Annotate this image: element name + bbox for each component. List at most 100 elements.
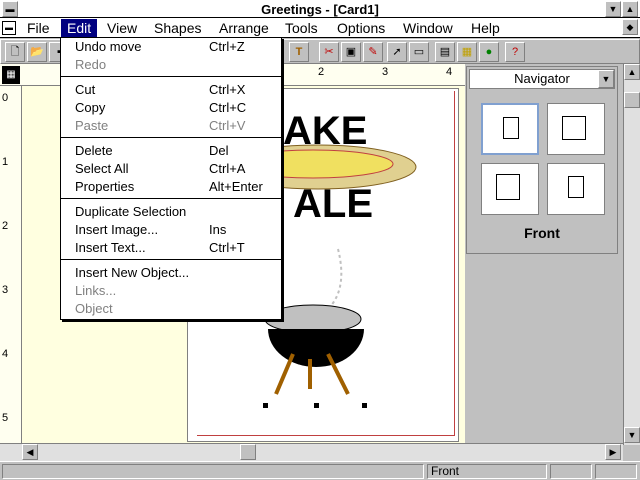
menu-item-label: Properties (75, 179, 135, 194)
navigator-panel: Navigator ▼ Front (466, 66, 618, 254)
ruler-number: 2 (2, 220, 9, 232)
status-message (2, 464, 424, 479)
menu-item-paste: Paste Ctrl+V (61, 117, 281, 135)
menu-item-select-all[interactable]: Select All Ctrl+A (61, 160, 281, 178)
menu-separator (61, 259, 281, 260)
menu-item-label: Duplicate Selection (75, 204, 187, 219)
menu-file[interactable]: File (21, 19, 56, 37)
status-cell (595, 464, 637, 479)
page-thumbnail-inside-left[interactable] (481, 163, 539, 215)
globe-icon[interactable]: ● (479, 42, 499, 62)
menu-item-shortcut: Ctrl+C (209, 100, 247, 115)
menu-item-shortcut: Ctrl+X (209, 82, 246, 97)
menu-item-label: Undo move (75, 39, 142, 54)
text-tool-icon[interactable]: T (289, 42, 309, 62)
ruler-origin-icon[interactable]: ▦ (2, 66, 20, 84)
menu-item-undo-move[interactable]: Undo move Ctrl+Z (61, 38, 281, 56)
menu-item-label: Insert Image... (75, 222, 159, 237)
menu-item-shortcut: Ctrl+V (209, 118, 246, 133)
rectangle-tool-icon[interactable]: ▭ (409, 42, 429, 62)
scroll-thumb[interactable] (240, 444, 256, 460)
menu-window[interactable]: Window (397, 19, 459, 37)
menu-edit[interactable]: Edit (61, 19, 98, 37)
navigator-title[interactable]: Navigator ▼ (469, 69, 615, 89)
menu-item-copy[interactable]: Copy Ctrl+C (61, 99, 281, 117)
menu-item-label: Object (75, 301, 113, 316)
menu-item-label: Links... (75, 283, 117, 298)
menu-item-shortcut: Del (209, 143, 229, 158)
status-view: Front (427, 464, 547, 479)
menu-item-shortcut: Ctrl+A (209, 161, 246, 176)
menu-item-label: Insert New Object... (75, 265, 190, 280)
menu-item-label: Redo (75, 57, 107, 72)
restore-icon[interactable]: ◆ (622, 19, 638, 35)
edit-menu-dropdown: Undo move Ctrl+Z Redo Cut Ctrl+X Copy Ctrl+… (60, 37, 282, 320)
left-ruler: 0 1 2 3 4 5 (0, 86, 22, 461)
scroll-thumb[interactable] (624, 92, 640, 108)
ruler-number: 3 (2, 284, 9, 296)
menu-view[interactable]: View (101, 19, 143, 37)
menu-item-links: Links... (61, 282, 281, 300)
chevron-down-icon[interactable]: ▼ (598, 70, 614, 88)
menu-separator (61, 198, 281, 199)
status-cell (550, 464, 592, 479)
new-file-icon[interactable]: 🗋 (5, 42, 25, 62)
page-thumbnail-inside-right[interactable] (547, 103, 605, 155)
title-bar: ▬ Greetings - [Card1] ▼ ▲ (0, 0, 640, 18)
menu-separator (61, 137, 281, 138)
printer-icon[interactable]: ▤ (435, 42, 455, 62)
menu-item-object: Object (61, 300, 281, 318)
pointer-icon[interactable]: ➚ (387, 42, 407, 62)
menu-item-duplicate-selection[interactable]: Duplicate Selection (61, 203, 281, 221)
menu-options[interactable]: Options (331, 19, 391, 37)
menu-shapes[interactable]: Shapes (148, 19, 207, 37)
menu-item-redo: Redo (61, 56, 281, 74)
maximize-icon[interactable]: ▲ (622, 1, 638, 17)
minimize-icon[interactable]: ▼ (605, 1, 621, 17)
document-system-menu-icon[interactable]: ▬ (2, 21, 16, 35)
page-thumbnail-back[interactable] (547, 163, 605, 215)
menu-item-shortcut: Ctrl+T (209, 240, 245, 255)
ruler-number: 0 (2, 92, 9, 104)
ruler-number: 3 (382, 66, 389, 78)
ruler-number: 4 (446, 66, 453, 78)
scroll-down-icon[interactable]: ▼ (624, 427, 640, 443)
menu-item-label: Select All (75, 161, 129, 176)
menu-item-shortcut: Ctrl+Z (209, 39, 245, 54)
page-thumbnail-front[interactable] (481, 103, 539, 155)
navigator-title-label: Navigator (514, 71, 570, 86)
menu-item-label: Copy (75, 100, 106, 115)
paint-tool-icon[interactable]: ✎ (363, 42, 383, 62)
cut-tool-icon[interactable]: ✂ (319, 42, 339, 62)
menu-item-shortcut: Ins (209, 222, 227, 237)
menu-item-label: Delete (75, 143, 113, 158)
menu-item-properties[interactable]: Properties Alt+Enter (61, 178, 281, 196)
vertical-scrollbar[interactable]: ▲ ▼ (623, 64, 640, 445)
ruler-number: 1 (2, 156, 9, 168)
status-bar: Front (0, 461, 640, 480)
scroll-left-icon[interactable]: ◀ (22, 444, 38, 460)
menu-item-label: Cut (75, 82, 96, 97)
scroll-right-icon[interactable]: ▶ (605, 444, 621, 460)
menu-tools[interactable]: Tools (279, 19, 324, 37)
grid-icon[interactable]: ▦ (457, 42, 477, 62)
menu-item-insert-new-object[interactable]: Insert New Object... (61, 264, 281, 282)
scroll-up-icon[interactable]: ▲ (624, 64, 640, 80)
horizontal-scrollbar[interactable]: ◀ ▶ (0, 443, 623, 461)
menu-item-delete[interactable]: Delete Del (61, 142, 281, 160)
menu-item-insert-image[interactable]: Insert Image... Ins (61, 221, 281, 239)
menu-help[interactable]: Help (465, 19, 506, 37)
ruler-number: 2 (318, 66, 325, 78)
menu-separator (61, 76, 281, 77)
open-folder-icon[interactable]: 📂 (27, 42, 47, 62)
ruler-number: 5 (2, 412, 9, 424)
crop-tool-icon[interactable]: ▣ (341, 42, 361, 62)
menu-item-cut[interactable]: Cut Ctrl+X (61, 81, 281, 99)
menu-item-label: Paste (75, 118, 109, 133)
help-pointer-icon[interactable]: ? (505, 42, 525, 62)
menu-item-insert-text[interactable]: Insert Text... Ctrl+T (61, 239, 281, 257)
menu-bar: ▬ File Edit View Shapes Arrange Tools Op… (0, 18, 640, 38)
menu-arrange[interactable]: Arrange (213, 19, 275, 37)
menu-item-shortcut: Alt+Enter (209, 179, 263, 194)
card-text-line2: ALE (293, 182, 373, 226)
